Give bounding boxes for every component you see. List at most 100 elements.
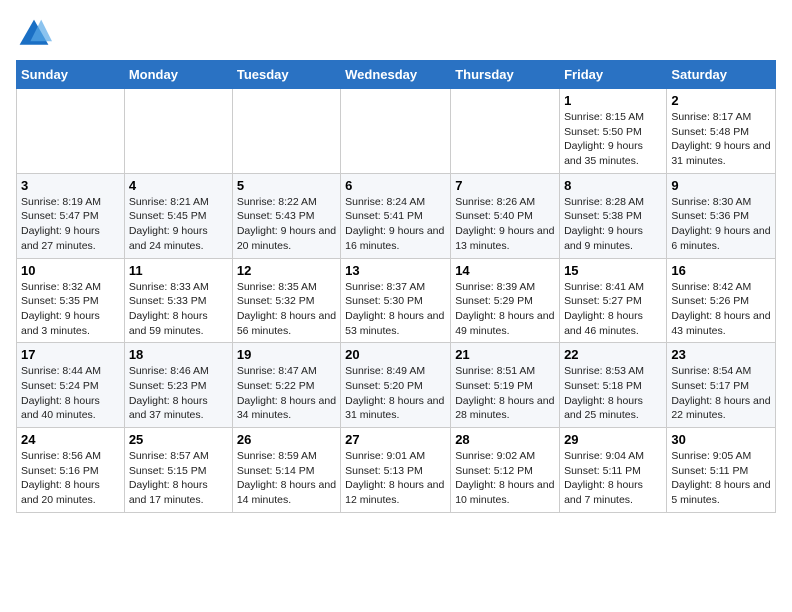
- weekday-header: Thursday: [451, 61, 560, 89]
- calendar-cell: 8 Sunrise: 8:28 AM Sunset: 5:38 PM Daylig…: [560, 173, 667, 258]
- day-info: Sunrise: 8:42 AM Sunset: 5:26 PM Dayligh…: [671, 280, 771, 339]
- page-header: [16, 16, 776, 52]
- day-number: 27: [345, 432, 446, 447]
- calendar-cell: 26 Sunrise: 8:59 AM Sunset: 5:14 PM Dayli…: [232, 428, 340, 513]
- weekday-header: Sunday: [17, 61, 125, 89]
- day-info: Sunrise: 8:24 AM Sunset: 5:41 PM Dayligh…: [345, 195, 446, 254]
- day-info: Sunrise: 8:46 AM Sunset: 5:23 PM Dayligh…: [129, 364, 228, 423]
- calendar-cell: 30Sunrise: 9:05 AM Sunset: 5:11 PM Dayli…: [667, 428, 776, 513]
- day-info: Sunrise: 8:33 AM Sunset: 5:33 PM Dayligh…: [129, 280, 228, 339]
- calendar-cell: 25 Sunrise: 8:57 AM Sunset: 5:15 PM Dayli…: [124, 428, 232, 513]
- calendar-cell: 4Sunrise: 8:21 AM Sunset: 5:45 PM Daylig…: [124, 173, 232, 258]
- calendar-cell: [17, 89, 125, 174]
- day-number: 15: [564, 263, 662, 278]
- calendar-week-row: 17 Sunrise: 8:44 AM Sunset: 5:24 PM Dayli…: [17, 343, 776, 428]
- calendar-cell: 7Sunrise: 8:26 AM Sunset: 5:40 PM Daylig…: [451, 173, 560, 258]
- day-info: Sunrise: 9:01 AM Sunset: 5:13 PM Dayligh…: [345, 449, 446, 508]
- calendar-cell: 10 Sunrise: 8:32 AM Sunset: 5:35 PM Dayli…: [17, 258, 125, 343]
- day-info: Sunrise: 8:15 AM Sunset: 5:50 PM Dayligh…: [564, 110, 662, 169]
- day-info: Sunrise: 8:28 AM Sunset: 5:38 PM Dayligh…: [564, 195, 662, 254]
- day-number: 19: [237, 347, 336, 362]
- day-number: 21: [455, 347, 555, 362]
- calendar-cell: 15 Sunrise: 8:41 AM Sunset: 5:27 PM Dayli…: [560, 258, 667, 343]
- day-number: 16: [671, 263, 771, 278]
- day-number: 8: [564, 178, 662, 193]
- calendar-cell: 28 Sunrise: 9:02 AM Sunset: 5:12 PM Dayli…: [451, 428, 560, 513]
- calendar-cell: 22 Sunrise: 8:53 AM Sunset: 5:18 PM Dayli…: [560, 343, 667, 428]
- day-number: 22: [564, 347, 662, 362]
- calendar-cell: 1 Sunrise: 8:15 AM Sunset: 5:50 PM Daylig…: [560, 89, 667, 174]
- calendar-cell: 12Sunrise: 8:35 AM Sunset: 5:32 PM Dayli…: [232, 258, 340, 343]
- day-number: 3: [21, 178, 120, 193]
- day-number: 25: [129, 432, 228, 447]
- weekday-header: Monday: [124, 61, 232, 89]
- day-number: 4: [129, 178, 228, 193]
- calendar-cell: 13 Sunrise: 8:37 AM Sunset: 5:30 PM Dayli…: [341, 258, 451, 343]
- day-info: Sunrise: 8:47 AM Sunset: 5:22 PM Dayligh…: [237, 364, 336, 423]
- day-info: Sunrise: 8:39 AM Sunset: 5:29 PM Dayligh…: [455, 280, 555, 339]
- logo-icon: [16, 16, 52, 52]
- day-info: Sunrise: 8:41 AM Sunset: 5:27 PM Dayligh…: [564, 280, 662, 339]
- day-number: 6: [345, 178, 446, 193]
- day-info: Sunrise: 8:54 AM Sunset: 5:17 PM Dayligh…: [671, 364, 771, 423]
- weekday-header: Saturday: [667, 61, 776, 89]
- calendar-cell: 23 Sunrise: 8:54 AM Sunset: 5:17 PM Dayli…: [667, 343, 776, 428]
- calendar-cell: 2Sunrise: 8:17 AM Sunset: 5:48 PM Daylig…: [667, 89, 776, 174]
- day-info: Sunrise: 9:05 AM Sunset: 5:11 PM Dayligh…: [671, 449, 771, 508]
- calendar-cell: [341, 89, 451, 174]
- calendar-cell: [451, 89, 560, 174]
- calendar-cell: 11Sunrise: 8:33 AM Sunset: 5:33 PM Dayli…: [124, 258, 232, 343]
- calendar-header-row: SundayMondayTuesdayWednesdayThursdayFrid…: [17, 61, 776, 89]
- day-number: 17: [21, 347, 120, 362]
- day-info: Sunrise: 8:22 AM Sunset: 5:43 PM Dayligh…: [237, 195, 336, 254]
- calendar-cell: 16 Sunrise: 8:42 AM Sunset: 5:26 PM Dayli…: [667, 258, 776, 343]
- day-info: Sunrise: 8:17 AM Sunset: 5:48 PM Dayligh…: [671, 110, 771, 169]
- day-number: 1: [564, 93, 662, 108]
- day-number: 10: [21, 263, 120, 278]
- weekday-header: Wednesday: [341, 61, 451, 89]
- calendar-cell: 29Sunrise: 9:04 AM Sunset: 5:11 PM Dayli…: [560, 428, 667, 513]
- day-info: Sunrise: 8:57 AM Sunset: 5:15 PM Dayligh…: [129, 449, 228, 508]
- calendar-cell: 3 Sunrise: 8:19 AM Sunset: 5:47 PM Daylig…: [17, 173, 125, 258]
- calendar-cell: 5Sunrise: 8:22 AM Sunset: 5:43 PM Daylig…: [232, 173, 340, 258]
- day-info: Sunrise: 8:19 AM Sunset: 5:47 PM Dayligh…: [21, 195, 120, 254]
- day-number: 23: [671, 347, 771, 362]
- calendar-cell: 24 Sunrise: 8:56 AM Sunset: 5:16 PM Dayli…: [17, 428, 125, 513]
- day-number: 20: [345, 347, 446, 362]
- day-number: 14: [455, 263, 555, 278]
- day-info: Sunrise: 8:59 AM Sunset: 5:14 PM Dayligh…: [237, 449, 336, 508]
- calendar-cell: [124, 89, 232, 174]
- calendar-cell: [232, 89, 340, 174]
- day-info: Sunrise: 8:56 AM Sunset: 5:16 PM Dayligh…: [21, 449, 120, 508]
- day-info: Sunrise: 8:53 AM Sunset: 5:18 PM Dayligh…: [564, 364, 662, 423]
- day-number: 24: [21, 432, 120, 447]
- day-info: Sunrise: 8:30 AM Sunset: 5:36 PM Dayligh…: [671, 195, 771, 254]
- calendar-cell: 18Sunrise: 8:46 AM Sunset: 5:23 PM Dayli…: [124, 343, 232, 428]
- calendar-cell: 21 Sunrise: 8:51 AM Sunset: 5:19 PM Dayli…: [451, 343, 560, 428]
- calendar-cell: 27 Sunrise: 9:01 AM Sunset: 5:13 PM Dayli…: [341, 428, 451, 513]
- calendar-week-row: 10 Sunrise: 8:32 AM Sunset: 5:35 PM Dayli…: [17, 258, 776, 343]
- day-info: Sunrise: 8:44 AM Sunset: 5:24 PM Dayligh…: [21, 364, 120, 423]
- logo: [16, 16, 56, 52]
- calendar-cell: 6 Sunrise: 8:24 AM Sunset: 5:41 PM Daylig…: [341, 173, 451, 258]
- day-number: 9: [671, 178, 771, 193]
- calendar-cell: 17 Sunrise: 8:44 AM Sunset: 5:24 PM Dayli…: [17, 343, 125, 428]
- day-info: Sunrise: 8:37 AM Sunset: 5:30 PM Dayligh…: [345, 280, 446, 339]
- calendar-cell: 9 Sunrise: 8:30 AM Sunset: 5:36 PM Daylig…: [667, 173, 776, 258]
- day-info: Sunrise: 9:02 AM Sunset: 5:12 PM Dayligh…: [455, 449, 555, 508]
- weekday-header: Friday: [560, 61, 667, 89]
- day-number: 13: [345, 263, 446, 278]
- calendar-week-row: 24 Sunrise: 8:56 AM Sunset: 5:16 PM Dayli…: [17, 428, 776, 513]
- calendar-cell: 19 Sunrise: 8:47 AM Sunset: 5:22 PM Dayli…: [232, 343, 340, 428]
- day-number: 29: [564, 432, 662, 447]
- weekday-header: Tuesday: [232, 61, 340, 89]
- calendar-cell: 20 Sunrise: 8:49 AM Sunset: 5:20 PM Dayli…: [341, 343, 451, 428]
- day-info: Sunrise: 8:49 AM Sunset: 5:20 PM Dayligh…: [345, 364, 446, 423]
- calendar-week-row: 1 Sunrise: 8:15 AM Sunset: 5:50 PM Daylig…: [17, 89, 776, 174]
- day-info: Sunrise: 8:51 AM Sunset: 5:19 PM Dayligh…: [455, 364, 555, 423]
- day-number: 26: [237, 432, 336, 447]
- day-number: 28: [455, 432, 555, 447]
- calendar-week-row: 3 Sunrise: 8:19 AM Sunset: 5:47 PM Daylig…: [17, 173, 776, 258]
- day-info: Sunrise: 8:32 AM Sunset: 5:35 PM Dayligh…: [21, 280, 120, 339]
- day-info: Sunrise: 8:35 AM Sunset: 5:32 PM Dayligh…: [237, 280, 336, 339]
